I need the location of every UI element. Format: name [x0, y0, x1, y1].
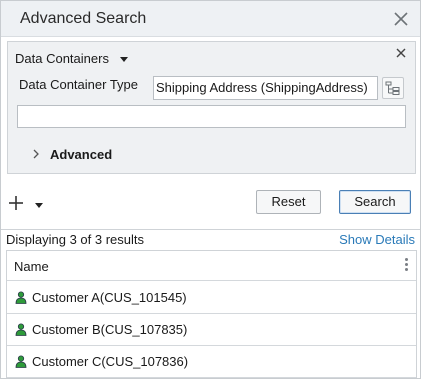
- remove-filter-icon[interactable]: [395, 47, 407, 59]
- column-menu-icon[interactable]: [405, 258, 409, 274]
- user-icon: [15, 291, 27, 304]
- advanced-search-panel: Advanced Search Data Containers Data Con…: [0, 0, 421, 379]
- add-icon[interactable]: [8, 195, 24, 211]
- hierarchy-icon: [385, 81, 400, 95]
- caret-down-icon[interactable]: [120, 57, 128, 62]
- close-icon[interactable]: [392, 10, 410, 28]
- search-button[interactable]: Search: [339, 190, 411, 214]
- reset-button[interactable]: Reset: [256, 190, 321, 214]
- advanced-label: Advanced: [50, 147, 113, 162]
- data-containers-dropdown[interactable]: Data Containers: [15, 51, 109, 66]
- results-count: Displaying 3 of 3 results: [6, 232, 145, 247]
- row-label: Customer A(CUS_101545): [32, 290, 187, 305]
- show-details-link[interactable]: Show Details: [339, 232, 415, 247]
- user-icon: [15, 323, 27, 336]
- data-container-type-label: Data Container Type: [19, 77, 138, 92]
- column-header-name[interactable]: Name: [14, 259, 49, 274]
- search-text-input[interactable]: [17, 105, 406, 128]
- add-menu-caret-icon[interactable]: [35, 203, 43, 208]
- table-row[interactable]: Customer C(CUS_107836): [7, 346, 416, 378]
- row-label: Customer B(CUS_107835): [32, 322, 188, 337]
- data-container-type-field[interactable]: Shipping Address (ShippingAddress): [153, 76, 378, 100]
- table-row[interactable]: Customer A(CUS_101545): [7, 282, 416, 314]
- table-row[interactable]: Customer B(CUS_107835): [7, 314, 416, 346]
- panel-title: Advanced Search: [20, 10, 147, 27]
- row-label: Customer C(CUS_107836): [32, 354, 189, 369]
- results-table: Name Customer A(CUS_101545) Customer B(C…: [6, 250, 417, 378]
- user-icon: [15, 355, 27, 368]
- title-bar: Advanced Search: [1, 1, 420, 37]
- chevron-right-icon: [33, 149, 39, 159]
- table-header: Name: [7, 251, 416, 281]
- type-picker-button[interactable]: [382, 77, 404, 99]
- divider: [1, 229, 420, 230]
- filter-box: Data Containers Data Container Type Ship…: [7, 41, 416, 174]
